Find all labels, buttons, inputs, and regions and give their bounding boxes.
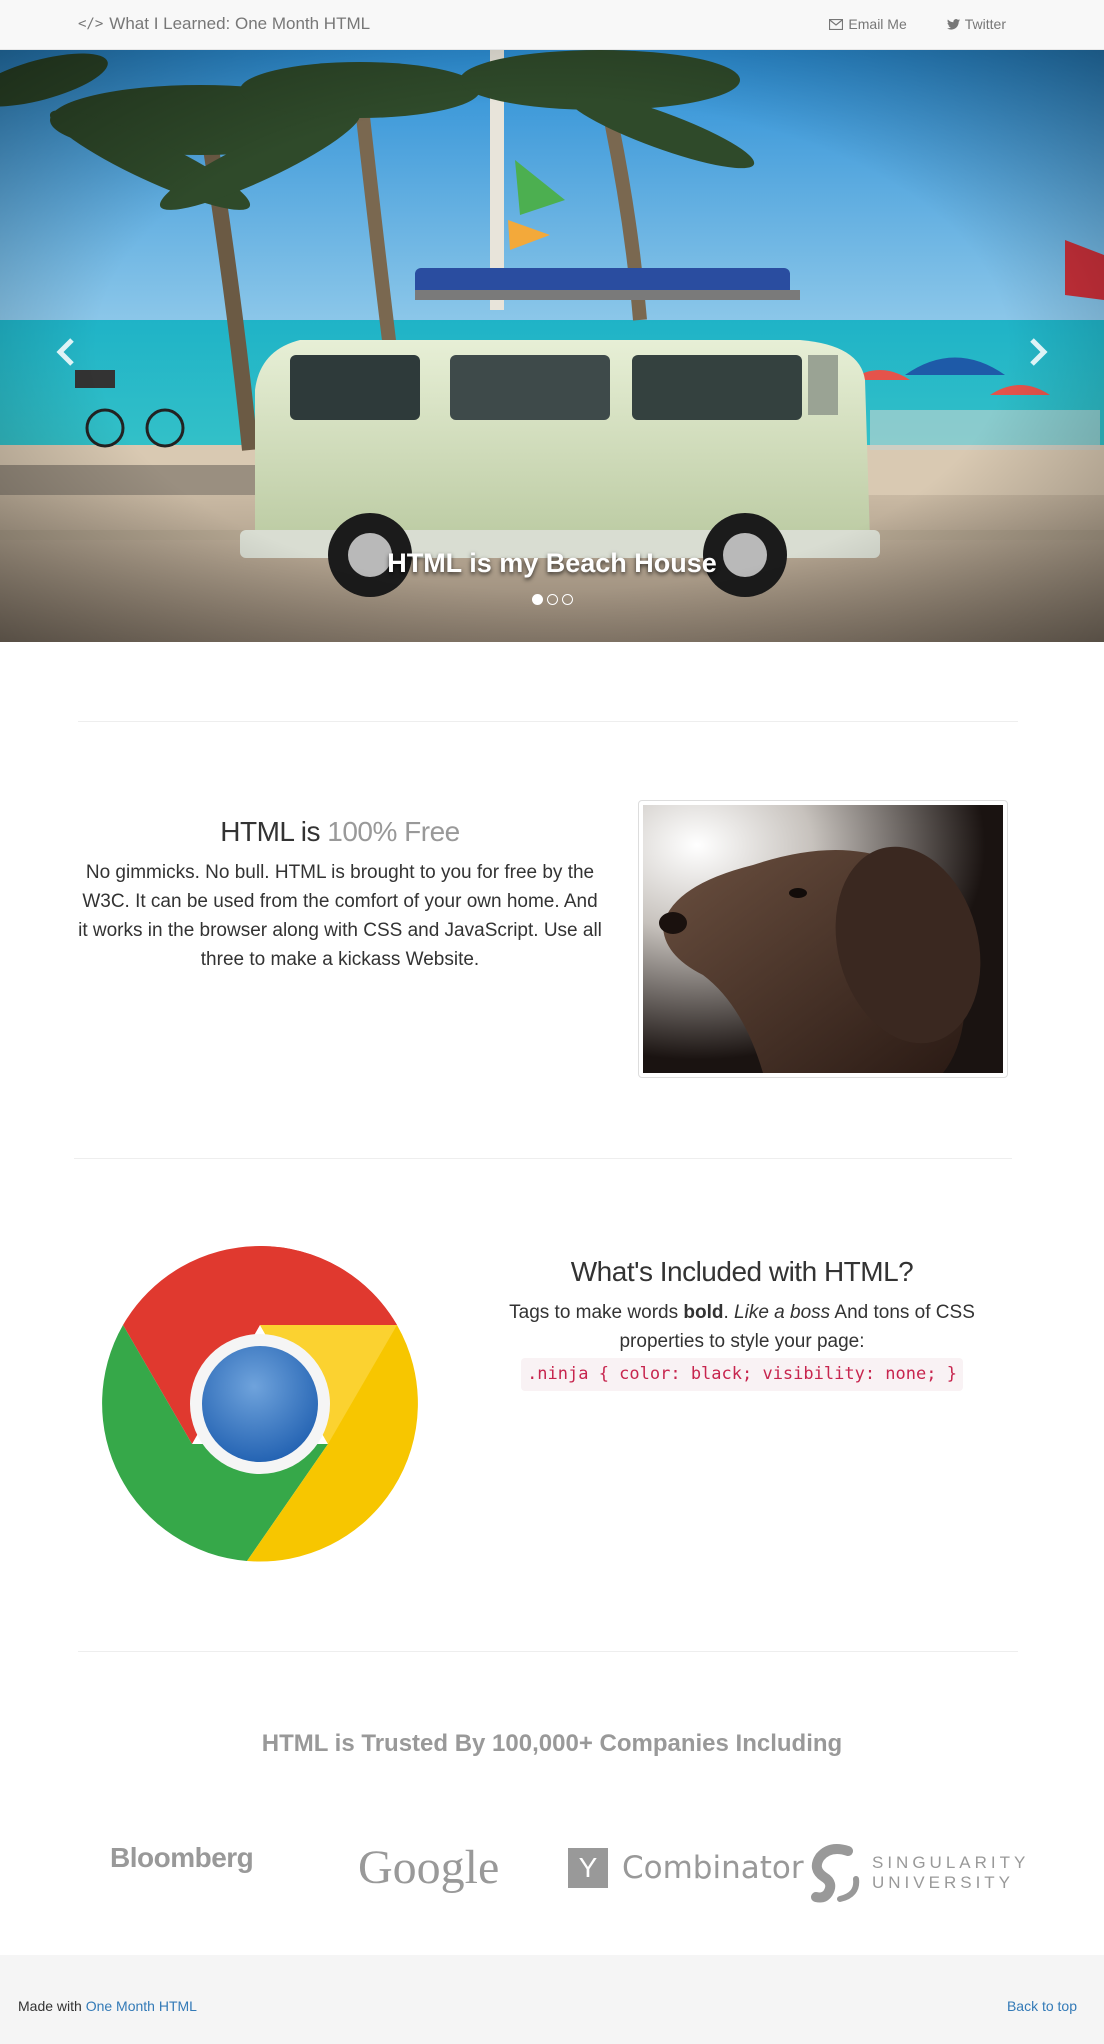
email-me-link[interactable]: Email Me — [829, 16, 907, 32]
bold-word: bold — [683, 1302, 724, 1323]
carousel-prev-button[interactable] — [45, 322, 85, 382]
google-logo: Google — [358, 1841, 500, 1894]
hero-carousel: HTML is my Beach House — [0, 50, 1104, 642]
navbar-brand[interactable]: </> What I Learned: One Month HTML — [78, 14, 370, 34]
carousel-indicator-1[interactable] — [531, 594, 543, 605]
chrome-logo-image — [102, 1245, 418, 1567]
heading-main-text: HTML is — [220, 816, 328, 847]
carousel-next-button[interactable] — [1019, 322, 1059, 382]
code-icon: </> — [78, 16, 104, 32]
bloomberg-logo: Bloomberg — [110, 1842, 254, 1873]
one-month-html-link[interactable]: One Month HTML — [86, 1998, 197, 2014]
carousel-caption: HTML is my Beach House — [387, 548, 717, 578]
su-line-1: SINGULARITY — [872, 1853, 1030, 1872]
twitter-link[interactable]: Twitter — [946, 16, 1006, 32]
nav-links: Email Me Twitter — [829, 16, 1006, 32]
divider — [74, 1158, 1012, 1159]
body-text-1: Tags to make words — [509, 1302, 684, 1323]
chevron-right-icon — [1030, 338, 1048, 366]
trusted-heading: HTML is Trusted By 100,000+ Companies In… — [261, 1730, 843, 1757]
singularity-university-logo: SINGULARITY UNIVERSITY — [810, 1843, 1029, 1903]
envelope-icon — [829, 18, 844, 30]
brand-label: What I Learned: One Month HTML — [109, 14, 371, 33]
puppy-photo — [643, 805, 1003, 1073]
feature-included-body: Tags to make words bold. Like a boss And… — [470, 1298, 1014, 1391]
heading-muted-text: 100% Free — [327, 816, 460, 847]
body-text-2: . — [723, 1302, 735, 1323]
made-with-text: Made with One Month HTML — [18, 1998, 197, 2014]
back-to-top-link[interactable]: Back to top — [1007, 1998, 1077, 2014]
ycombinator-logo: Y Combinator — [568, 1848, 804, 1888]
carousel-indicator-2[interactable] — [546, 594, 558, 605]
twitter-label: Twitter — [964, 16, 1006, 32]
carousel-indicator-3[interactable] — [561, 594, 573, 605]
email-me-label: Email Me — [848, 16, 907, 32]
divider — [78, 1651, 1018, 1652]
feature-free-body: No gimmicks. No bull. HTML is brought to… — [78, 862, 602, 970]
yc-wordmark: Combinator — [622, 1850, 804, 1886]
chrome-logo — [102, 1245, 418, 1562]
footer: Made with One Month HTML Back to top — [0, 1955, 1104, 2044]
twitter-bird-icon — [946, 18, 960, 30]
css-code-snippet: .ninja { color: black; visibility: none;… — [521, 1358, 963, 1391]
back-to-top-link-container: Back to top — [1007, 1998, 1077, 2014]
feature-free-heading: HTML is 100% Free — [78, 816, 602, 848]
divider — [78, 721, 1018, 722]
feature-free: HTML is 100% Free No gimmicks. No bull. … — [78, 816, 602, 974]
made-with-label: Made with — [18, 1998, 86, 2014]
yc-box-icon: Y — [568, 1848, 608, 1888]
puppy-image — [638, 800, 1008, 1078]
singularity-mark-icon — [811, 1844, 860, 1903]
feature-included-heading: What's Included with HTML? — [570, 1256, 914, 1287]
navbar: </> What I Learned: One Month HTML Email… — [0, 0, 1104, 50]
su-wordmark: SINGULARITY UNIVERSITY — [872, 1853, 1029, 1893]
chevron-left-icon — [56, 338, 74, 366]
su-line-2: UNIVERSITY — [872, 1873, 1015, 1892]
italic-phrase: Like a boss — [734, 1302, 831, 1323]
feature-included: What's Included with HTML? Tags to make … — [470, 1256, 1014, 1391]
carousel-indicators — [0, 594, 1104, 605]
